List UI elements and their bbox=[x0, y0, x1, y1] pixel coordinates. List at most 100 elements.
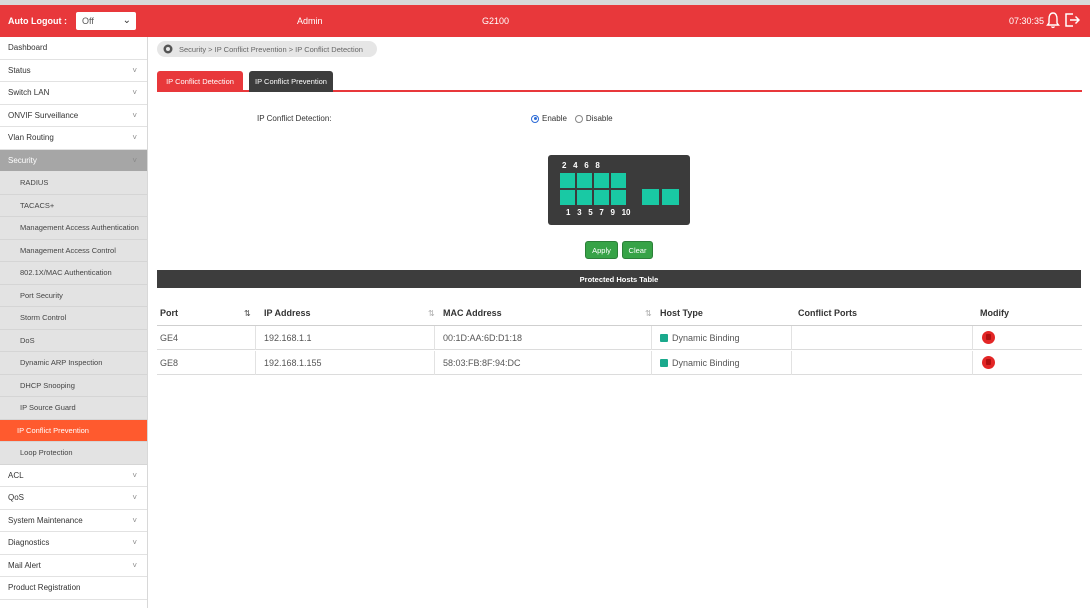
column-divider bbox=[972, 326, 973, 350]
cell-port: GE8 bbox=[160, 358, 179, 368]
chevron-down-icon: ˅ bbox=[132, 493, 137, 503]
top-port-numbers: 2 4 6 8 bbox=[562, 161, 600, 170]
port-3[interactable] bbox=[577, 190, 592, 205]
chevron-down-icon: ˅ bbox=[132, 88, 137, 98]
column-divider bbox=[255, 326, 256, 350]
sidebar: Dashboard Status ˅ Switch LAN ˅ ONVIF Surveil… bbox=[0, 37, 148, 608]
detection-radio-group: Enable Disable bbox=[531, 114, 621, 123]
sidebar-item-label: Diagnostics bbox=[8, 538, 50, 548]
sidebar-item-vlan-routing[interactable]: Vlan Routing ˅ bbox=[0, 127, 147, 150]
disable-radio-option[interactable]: Disable bbox=[574, 114, 613, 123]
sidebar-subitem-radius[interactable]: RADIUS bbox=[0, 172, 147, 195]
delete-icon[interactable] bbox=[982, 356, 995, 369]
current-user: Admin bbox=[297, 16, 323, 26]
sidebar-item-qos[interactable]: QoS ˅ bbox=[0, 487, 147, 510]
disable-label: Disable bbox=[585, 114, 613, 123]
port-8[interactable] bbox=[611, 173, 626, 188]
sidebar-subitem-tacacs[interactable]: TACACS+ bbox=[0, 194, 147, 217]
column-divider bbox=[972, 351, 973, 375]
col-header-port[interactable]: Port bbox=[160, 301, 178, 325]
port-10[interactable] bbox=[662, 189, 679, 205]
sort-icon[interactable]: ⇅ bbox=[244, 309, 251, 318]
host-type-text: Dynamic Binding bbox=[672, 358, 740, 368]
auto-logout-value: Off bbox=[82, 16, 94, 26]
cell-mac: 58:03:FB:8F:94:DC bbox=[443, 358, 521, 368]
column-divider bbox=[791, 351, 792, 375]
chevron-down-icon: ˅ bbox=[132, 133, 137, 143]
sidebar-item-status[interactable]: Status ˅ bbox=[0, 59, 147, 82]
sidebar-item-label: QoS bbox=[8, 493, 25, 503]
sidebar-subitem-ip-source-guard[interactable]: IP Source Guard bbox=[0, 397, 147, 420]
tab-ip-conflict-prevention[interactable]: IP Conflict Prevention bbox=[249, 71, 333, 92]
table-row: GE8 192.168.1.155 58:03:FB:8F:94:DC Dyna… bbox=[157, 351, 1082, 375]
port-7[interactable] bbox=[611, 190, 626, 205]
sidebar-item-label: Dashboard bbox=[8, 43, 48, 53]
cell-ip: 192.168.1.1 bbox=[264, 333, 312, 343]
sort-icon[interactable]: ⇅ bbox=[428, 309, 435, 318]
sidebar-item-label: ONVIF Surveillance bbox=[8, 110, 79, 120]
sidebar-subitem-management-access-control[interactable]: Management Access Control bbox=[0, 239, 147, 262]
bell-icon[interactable] bbox=[1046, 11, 1060, 29]
sidebar-subitem-port-security[interactable]: Port Security bbox=[0, 284, 147, 307]
sidebar-subitem-management-access-authentication[interactable]: Management Access Authentication bbox=[0, 217, 147, 240]
sidebar-item-diagnostics[interactable]: Diagnostics ˅ bbox=[0, 532, 147, 555]
sidebar-item-label: Switch LAN bbox=[8, 88, 50, 98]
sidebar-subitem-storm-control[interactable]: Storm Control bbox=[0, 307, 147, 330]
enable-radio-option[interactable]: Enable bbox=[531, 114, 567, 123]
col-header-conflict-ports: Conflict Ports bbox=[798, 308, 858, 318]
sidebar-item-label: Product Registration bbox=[8, 583, 81, 593]
sidebar-item-label: Status bbox=[8, 65, 31, 75]
col-header-mac-address[interactable]: MAC Address bbox=[443, 301, 502, 325]
port-1[interactable] bbox=[560, 190, 575, 205]
port-5[interactable] bbox=[594, 190, 609, 205]
enable-radio[interactable] bbox=[531, 114, 539, 123]
col-header-ip-address[interactable]: IP Address bbox=[264, 301, 311, 325]
sidebar-item-label: System Maintenance bbox=[8, 515, 83, 525]
port-4[interactable] bbox=[577, 173, 592, 188]
sort-icon[interactable]: ⇅ bbox=[645, 309, 652, 318]
tab-bar: IP Conflict Detection IP Conflict Preven… bbox=[157, 71, 1082, 92]
sidebar-item-security[interactable]: Security ˅ bbox=[0, 149, 147, 172]
sidebar-item-dashboard[interactable]: Dashboard bbox=[0, 37, 147, 60]
sidebar-item-acl[interactable]: ACL ˅ bbox=[0, 464, 147, 487]
col-header-host-type[interactable]: Host Type bbox=[660, 301, 703, 325]
bottom-port-numbers: 1 3 5 7 9 10 bbox=[566, 208, 631, 217]
chevron-down-icon: ˅ bbox=[132, 538, 137, 548]
port-2[interactable] bbox=[560, 173, 575, 188]
column-divider bbox=[434, 351, 435, 375]
sidebar-subitem-ip-conflict-prevention[interactable]: IP Conflict Prevention bbox=[0, 419, 147, 442]
chevron-down-icon: ˅ bbox=[132, 560, 137, 570]
sidebar-item-switch-lan[interactable]: Switch LAN ˅ bbox=[0, 82, 147, 105]
sidebar-item-mail-alert[interactable]: Mail Alert ˅ bbox=[0, 554, 147, 577]
dynamic-binding-icon bbox=[660, 334, 668, 342]
chevron-down-icon: ˅ bbox=[132, 470, 137, 480]
column-divider bbox=[434, 326, 435, 350]
sidebar-subitem-dos[interactable]: DoS bbox=[0, 329, 147, 352]
apply-button[interactable]: Apply bbox=[585, 241, 618, 259]
delete-icon[interactable] bbox=[982, 331, 995, 344]
chevron-down-icon: ˅ bbox=[132, 110, 137, 120]
breadcrumb-text: Security > IP Conflict Prevention > IP C… bbox=[179, 45, 363, 54]
disable-radio[interactable] bbox=[574, 114, 583, 123]
ip-conflict-detection-label: IP Conflict Detection: bbox=[257, 114, 332, 123]
sidebar-subitem-dhcp-snooping[interactable]: DHCP Snooping bbox=[0, 374, 147, 397]
sidebar-item-product-registration[interactable]: Product Registration bbox=[0, 577, 147, 600]
tab-ip-conflict-detection[interactable]: IP Conflict Detection bbox=[157, 71, 243, 92]
port-6[interactable] bbox=[594, 173, 609, 188]
clear-button[interactable]: Clear bbox=[622, 241, 653, 259]
sidebar-item-system-maintenance[interactable]: System Maintenance ˅ bbox=[0, 509, 147, 532]
sidebar-item-label: Vlan Routing bbox=[8, 133, 54, 143]
sidebar-subitem-802-1x-mac-authentication[interactable]: 802.1X/MAC Authentication bbox=[0, 262, 147, 285]
column-divider bbox=[791, 326, 792, 350]
switch-port-panel: 2 4 6 8 1 3 5 7 9 10 bbox=[548, 155, 690, 225]
sidebar-item-label: ACL bbox=[8, 470, 24, 480]
column-divider bbox=[651, 351, 652, 375]
port-9[interactable] bbox=[642, 189, 659, 205]
chevron-down-icon: ˅ bbox=[132, 155, 137, 165]
sidebar-item-onvif-surveillance[interactable]: ONVIF Surveillance ˅ bbox=[0, 104, 147, 127]
sidebar-subitem-loop-protection[interactable]: Loop Protection bbox=[0, 442, 147, 465]
logout-icon[interactable] bbox=[1064, 11, 1080, 29]
sidebar-subitem-dynamic-arp-inspection[interactable]: Dynamic ARP Inspection bbox=[0, 352, 147, 375]
auto-logout-select[interactable]: Off ⌄ bbox=[76, 12, 136, 30]
chevron-down-icon: ˅ bbox=[132, 65, 137, 75]
